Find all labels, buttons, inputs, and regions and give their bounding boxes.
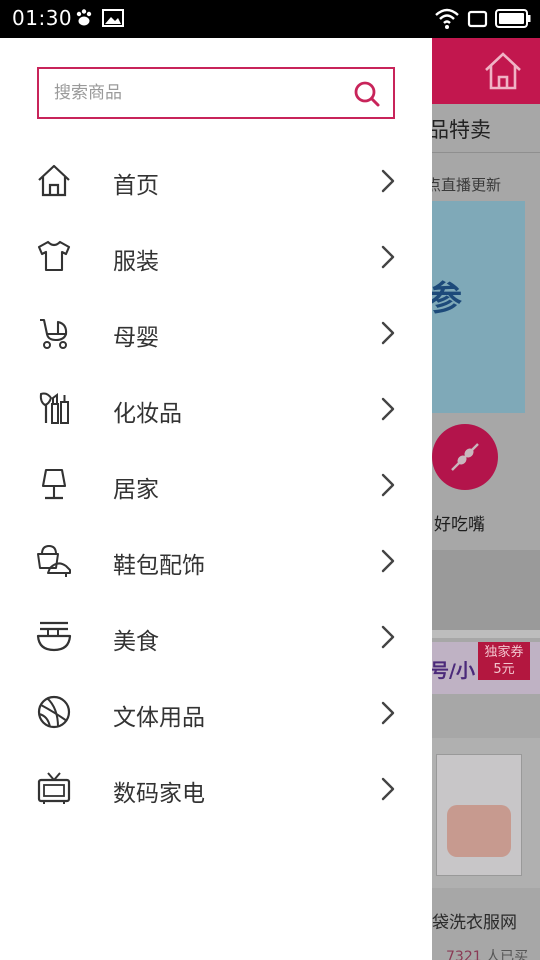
tshirt-icon <box>37 240 71 272</box>
chevron-right-icon <box>381 169 395 193</box>
lamp-icon <box>41 468 67 500</box>
chevron-right-icon <box>381 625 395 649</box>
section-band <box>432 550 540 630</box>
wifi-icon <box>435 8 459 29</box>
menu-item-label: 美食 <box>113 629 159 655</box>
menu-item-label: 化妆品 <box>113 401 182 427</box>
tv-icon <box>37 772 71 804</box>
chevron-right-icon <box>381 397 395 421</box>
ad-text: 号/小 <box>432 660 475 682</box>
product-image[interactable] <box>432 738 540 888</box>
menu-item-label: 首页 <box>113 173 159 199</box>
sold-count: 7321 人已买 <box>446 946 528 960</box>
background-title: 品特卖 <box>432 118 491 142</box>
noodle-bowl-icon <box>36 621 72 652</box>
battery-icon <box>495 9 531 28</box>
banner-glyph: 参 <box>432 279 462 319</box>
chevron-right-icon <box>381 245 395 269</box>
signal-icon <box>467 10 488 28</box>
banner-image[interactable]: 参 <box>432 201 525 413</box>
image-icon <box>102 9 124 27</box>
search-input[interactable] <box>39 69 339 117</box>
menu-item-label: 文体用品 <box>113 705 205 731</box>
menu-item-home[interactable]: 首页 <box>0 144 432 220</box>
navigation-drawer: 首页 服装 母婴 <box>0 38 432 960</box>
sold-suffix: 人已买 <box>486 949 529 960</box>
home-icon <box>38 164 70 197</box>
chevron-right-icon <box>381 473 395 497</box>
menu-item-digital-appliances[interactable]: 数码家电 <box>0 752 432 828</box>
status-time: 01:30 <box>12 6 73 30</box>
shoe-bag-icon <box>37 544 71 577</box>
chevron-right-icon <box>381 549 395 573</box>
menu-item-mother-baby[interactable]: 母婴 <box>0 296 432 372</box>
menu-item-label: 数码家电 <box>113 781 205 807</box>
menu-item-cosmetics[interactable]: 化妆品 <box>0 372 432 448</box>
chevron-right-icon <box>381 321 395 345</box>
badge-value: 5元 <box>493 662 515 677</box>
section-divider <box>432 630 540 638</box>
sold-number: 7321 <box>446 949 482 960</box>
status-bar: 01:30 <box>0 0 540 38</box>
stroller-icon <box>40 318 68 349</box>
skewer-icon <box>451 443 479 471</box>
menu-item-clothing[interactable]: 服装 <box>0 220 432 296</box>
baidu-paw-icon <box>76 9 92 26</box>
chevron-right-icon <box>381 777 395 801</box>
menu-item-sports-stationery[interactable]: 文体用品 <box>0 676 432 752</box>
live-update-text: 点直播更新 <box>432 176 502 194</box>
search-box <box>37 67 395 119</box>
menu-item-label: 鞋包配饰 <box>113 553 205 579</box>
background-page[interactable]: 品特卖 点直播更新 参 好吃嘴 号/小 独家券 5元 袋洗衣服网 7321 人已… <box>432 38 540 960</box>
background-header <box>432 38 540 104</box>
product-name[interactable]: 袋洗衣服网 <box>432 908 517 933</box>
menu-item-label: 居家 <box>113 477 159 503</box>
divider <box>432 152 540 153</box>
menu-item-shoes-bags[interactable]: 鞋包配饰 <box>0 524 432 600</box>
makeup-icon <box>39 392 69 424</box>
basketball-icon <box>37 695 71 729</box>
home-icon[interactable] <box>482 50 524 92</box>
menu-item-home-living[interactable]: 居家 <box>0 448 432 524</box>
menu-item-label: 服装 <box>113 249 159 275</box>
exclusive-coupon-badge: 独家券 5元 <box>478 642 530 680</box>
chevron-right-icon <box>381 701 395 725</box>
laundry-bag-image <box>436 754 522 876</box>
menu-item-food[interactable]: 美食 <box>0 600 432 676</box>
badge-title: 独家券 <box>484 645 524 660</box>
search-icon[interactable] <box>353 80 381 108</box>
menu-item-label: 母婴 <box>113 325 159 351</box>
laundry-clothes <box>447 805 511 857</box>
category-circle-food[interactable] <box>432 424 498 490</box>
category-circle-label: 好吃嘴 <box>434 515 485 535</box>
